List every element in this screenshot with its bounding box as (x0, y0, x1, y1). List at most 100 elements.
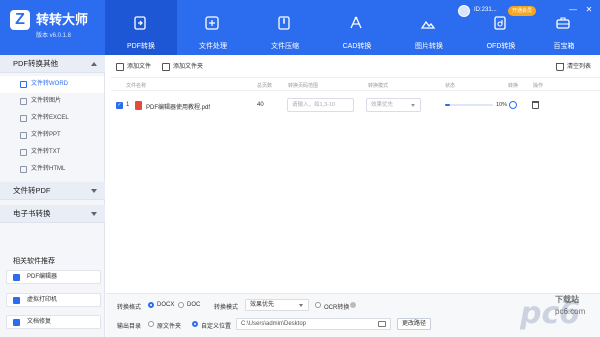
file-process-icon (205, 16, 219, 30)
app-name: 转转大师 (36, 12, 89, 27)
format-doc-label: DOC (187, 302, 201, 308)
tab-label: 图片转换 (415, 43, 443, 50)
add-file-button[interactable]: 添加文件 (116, 61, 151, 73)
sidebar-item-label: 文件转图片 (31, 98, 62, 104)
tab-compress[interactable]: 文件压缩 (249, 0, 321, 55)
sidebar-item-html[interactable]: 文件转HTML (0, 161, 104, 178)
ocr-radio[interactable] (315, 302, 321, 308)
column-header-action: 操作 (533, 83, 544, 89)
sidebar-item-ppt[interactable]: 文件转PPT (0, 127, 104, 144)
word-icon (20, 81, 27, 88)
app-version: 版本 v6.0.1.8 (36, 33, 72, 39)
compress-icon (278, 16, 290, 30)
group-label: 电子书转换 (13, 209, 51, 218)
tab-label: 百宝箱 (553, 43, 575, 50)
vip-badge-button[interactable]: 开通会员 (508, 6, 537, 16)
column-header-status: 状态 (445, 83, 456, 89)
column-header-range: 转换页码范围 (288, 83, 319, 89)
sidebar-item-label: 文件转PPT (31, 132, 61, 138)
tab-pdf-convert[interactable]: PDF转换 (105, 0, 177, 55)
output-custom-radio[interactable] (192, 321, 198, 327)
output-path: C:\Users\admin\Desktop (241, 321, 307, 327)
excel-icon (20, 115, 27, 122)
sidebar-group-pdf-other[interactable]: PDF转换其他 (0, 55, 105, 73)
chevron-up-icon (91, 62, 97, 66)
printer-icon (13, 297, 20, 304)
help-icon[interactable] (350, 302, 356, 308)
tab-cad[interactable]: CAD转换 (321, 0, 393, 55)
delete-icon[interactable] (532, 101, 539, 109)
sidebar-item-label: 文件转WORD (31, 81, 68, 87)
row-checkbox[interactable]: ✓ (116, 102, 123, 109)
add-file-label: 添加文件 (127, 64, 152, 70)
convert-icon[interactable] (509, 101, 517, 109)
avatar[interactable] (458, 5, 470, 17)
recommend-label: 文档修复 (27, 319, 52, 325)
change-path-button[interactable]: 更改路径 (397, 318, 431, 330)
repair-icon (13, 319, 20, 326)
group-label: 文件转PDF (13, 186, 51, 195)
mode-label: 转换模式 (214, 305, 239, 311)
output-label: 输出目录 (117, 324, 142, 330)
trash-icon (556, 63, 564, 71)
html-icon (20, 166, 27, 173)
recommend-pdf-editor[interactable]: PDF编辑器 (6, 270, 101, 284)
format-doc-radio[interactable] (178, 302, 184, 308)
sidebar-item-excel[interactable]: 文件转EXCEL (0, 110, 104, 127)
output-original-radio[interactable] (148, 321, 154, 327)
image-file-icon (20, 98, 27, 105)
sidebar-item-image[interactable]: 文件转图片 (0, 93, 104, 110)
column-header-convert: 转换 (508, 83, 519, 89)
ocr-label: OCR转换 (324, 305, 350, 311)
output-custom-label: 自定义位置 (201, 324, 232, 330)
tab-file-process[interactable]: 文件处理 (177, 0, 249, 55)
toolbox-icon (556, 17, 570, 29)
app-logo: Z (10, 10, 30, 30)
chevron-down-icon (299, 304, 303, 307)
pdf-convert-icon (134, 16, 146, 30)
row-index: 1 (126, 102, 130, 108)
recommend-doc-repair[interactable]: 文档修复 (6, 315, 101, 329)
recommend-virtual-printer[interactable]: 虚拟打印机 (6, 293, 101, 307)
row-mode-select[interactable]: 效果优先 (366, 98, 421, 112)
format-docx-radio[interactable] (148, 302, 154, 308)
progress-text: 10% (496, 102, 508, 108)
minimize-icon[interactable]: — (567, 4, 579, 16)
row-mode-value: 效果优先 (371, 102, 394, 108)
format-docx-label: DOCX (157, 302, 175, 308)
divider (111, 90, 600, 91)
sidebar-item-label: 文件转HTML (31, 166, 66, 172)
sidebar-group-to-pdf[interactable]: 文件转PDF (0, 182, 105, 200)
sidebar-item-word[interactable]: 文件转WORD (0, 76, 104, 93)
user-id: ID:231... (474, 7, 497, 13)
watermark-url: pc6.com (555, 307, 586, 316)
divider (111, 77, 600, 78)
add-folder-button[interactable]: 添加文件夹 (162, 61, 203, 73)
txt-icon (20, 149, 27, 156)
clear-list-button[interactable]: 清空列表 (556, 61, 591, 73)
tab-label: 文件处理 (199, 43, 227, 50)
close-icon[interactable]: ✕ (583, 4, 595, 16)
output-path-field[interactable]: C:\Users\admin\Desktop (236, 318, 391, 330)
sidebar-item-txt[interactable]: 文件转TXT (0, 144, 104, 161)
mode-select[interactable]: 效果优先 (245, 299, 309, 311)
format-label: 转换格式 (117, 305, 142, 311)
image-icon (420, 20, 436, 29)
ppt-icon (20, 132, 27, 139)
sidebar-group-ebook[interactable]: 电子书转换 (0, 205, 105, 223)
chevron-down-icon (91, 189, 97, 193)
tab-label: 文件压缩 (271, 43, 299, 50)
chevron-down-icon (411, 104, 415, 107)
chevron-down-icon (91, 212, 97, 216)
column-header-mode: 转换模式 (368, 83, 389, 89)
watermark: pc6 下载站 pc6.com (520, 290, 600, 336)
tab-image[interactable]: 图片转换 (393, 0, 465, 55)
pdf-editor-icon (13, 274, 20, 281)
add-file-icon (116, 63, 124, 71)
recommend-label: PDF编辑器 (27, 274, 58, 280)
folder-icon[interactable] (378, 321, 386, 327)
page-range-input[interactable]: 请输入，如1,3-10 (287, 98, 354, 112)
top-header: Z 转转大师 版本 v6.0.1.8 PDF转换 文件处理 文件压缩 CAD转换… (0, 0, 600, 55)
recommend-label: 虚拟打印机 (27, 297, 58, 303)
cad-icon (350, 16, 362, 29)
